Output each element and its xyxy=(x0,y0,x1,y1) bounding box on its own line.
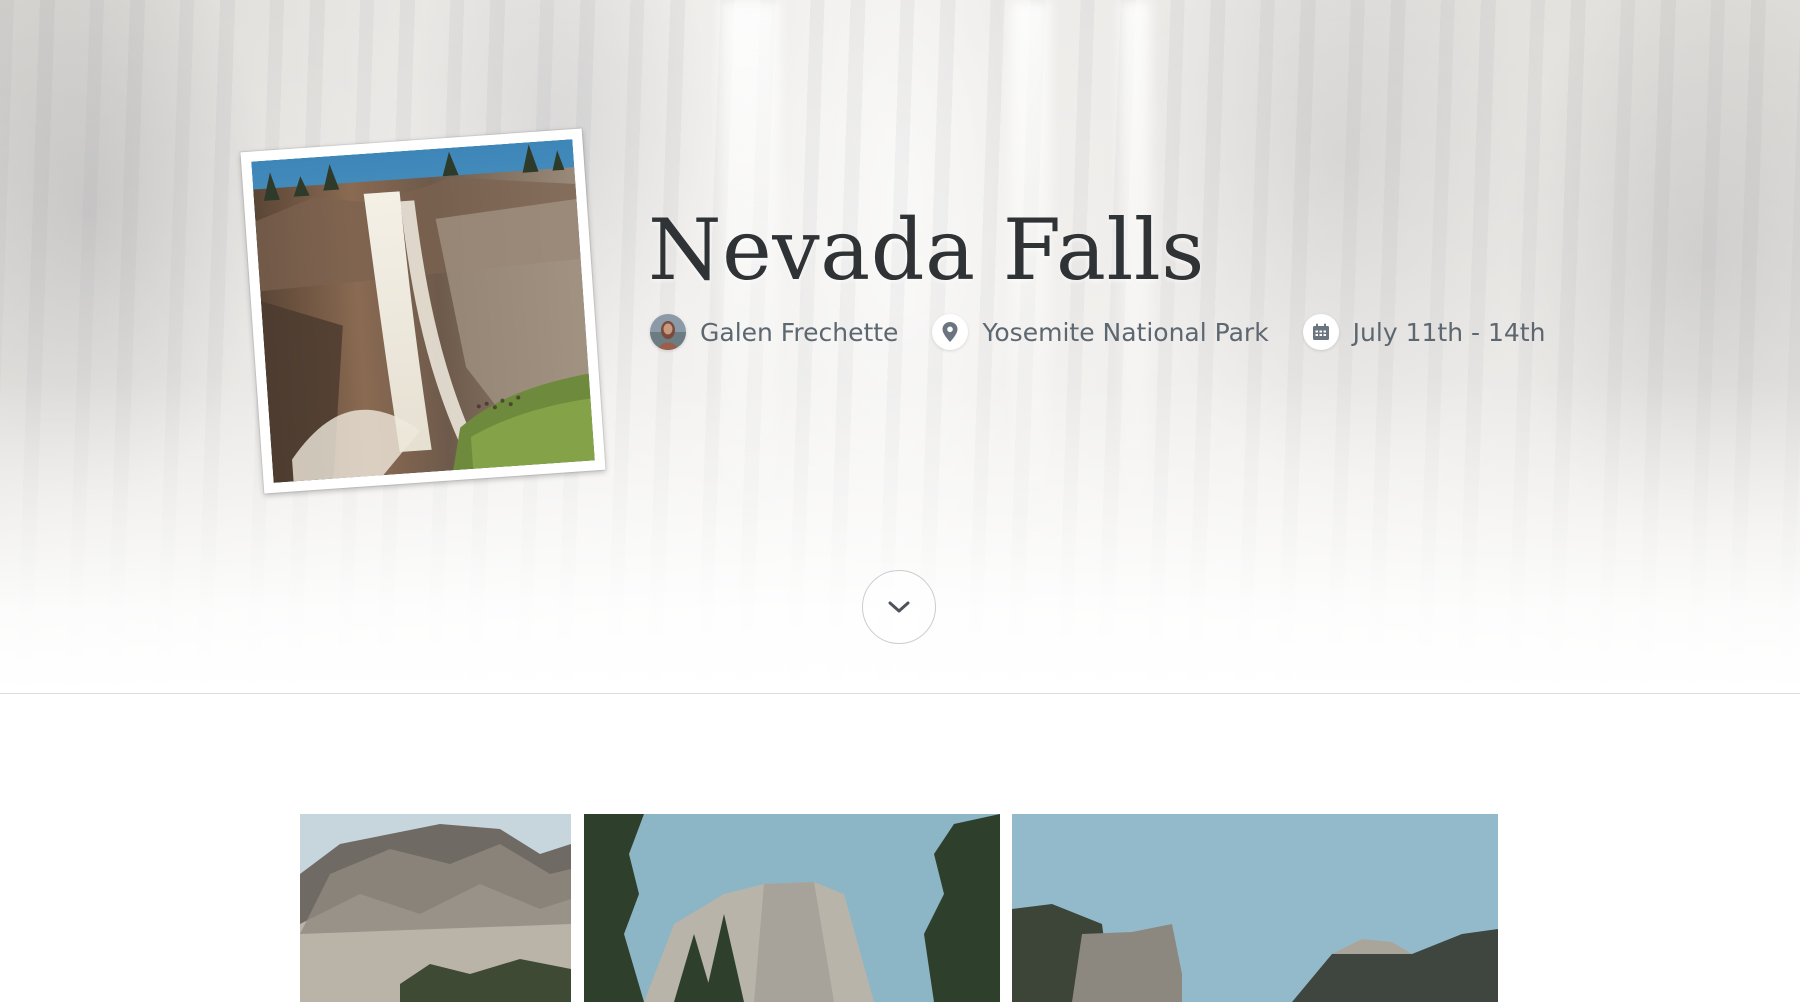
hero-header: Nevada Falls Galen Frechette Yosemite Na… xyxy=(0,0,1800,694)
dates-text: July 11th - 14th xyxy=(1352,317,1546,347)
gallery-photo-el-capitan-trees[interactable] xyxy=(584,814,1000,1002)
location-text: Yosemite National Park xyxy=(982,317,1269,347)
location-info: Yosemite National Park xyxy=(932,314,1269,350)
trip-title: Nevada Falls xyxy=(648,201,1205,299)
map-pin-icon xyxy=(932,314,969,350)
photo-gallery xyxy=(0,814,1800,1002)
author-avatar[interactable] xyxy=(650,314,686,350)
trip-meta: Galen Frechette Yosemite National Park J… xyxy=(650,312,1579,352)
dates-info: July 11th - 14th xyxy=(1302,314,1546,350)
calendar-icon xyxy=(1302,314,1339,350)
cover-photo[interactable] xyxy=(240,128,606,494)
gallery-photo-mountain-cliffs[interactable] xyxy=(300,814,571,1002)
author-info[interactable]: Galen Frechette xyxy=(650,314,898,350)
gallery-photo-valley-view[interactable] xyxy=(1012,814,1498,1002)
author-name[interactable]: Galen Frechette xyxy=(700,318,898,347)
waterfall-photo xyxy=(251,139,595,483)
scroll-down-button[interactable] xyxy=(862,570,936,644)
chevron-down-icon xyxy=(888,601,910,613)
